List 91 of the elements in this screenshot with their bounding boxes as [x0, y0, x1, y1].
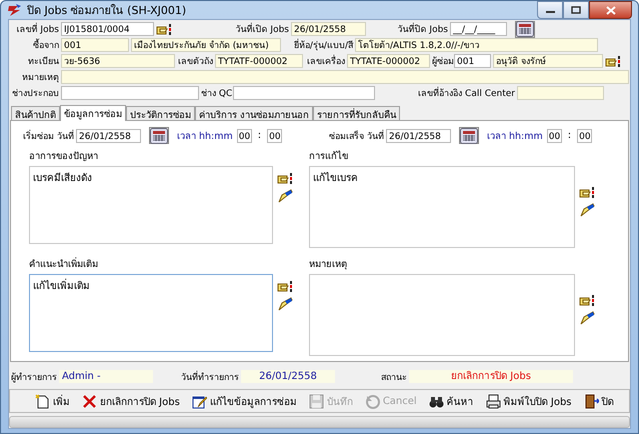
- field-label: ผู้ทำรายการ: [10, 372, 57, 384]
- field-label: เลขที่ Jobs: [9, 22, 59, 36]
- input-field[interactable]: TYTATF-000002: [215, 54, 303, 68]
- maximize-button[interactable]: [563, 1, 589, 19]
- input-field[interactable]: 00: [236, 128, 252, 142]
- lookup-icon[interactable]: [605, 54, 621, 68]
- input-field[interactable]: [61, 86, 199, 100]
- input-field[interactable]: 00: [577, 128, 592, 142]
- text-area[interactable]: เบรคมีเสียงดัง: [29, 166, 273, 244]
- field-label: ยี่ห้อ/รุ่น/แบบ/สี: [283, 38, 353, 52]
- field-label: วันที่เปิด Jobs: [174, 22, 289, 36]
- toolbar-button[interactable]: ยกเลิกการปิด Jobs: [77, 391, 185, 411]
- input-field[interactable]: 26/01/2558: [386, 128, 451, 142]
- field-label: ช่าง QC: [201, 88, 231, 100]
- input-field[interactable]: IJ015801/0004: [61, 22, 154, 36]
- tab[interactable]: รายการที่รับกลับคืน: [313, 106, 400, 120]
- toolbar-button[interactable]: เพิ่ม: [30, 391, 75, 411]
- input-field[interactable]: 26/01/2558: [76, 128, 141, 142]
- close-icon: [606, 6, 616, 14]
- input-field[interactable]: TYTATE-000002: [347, 54, 430, 68]
- toolbar-button[interactable]: ปิด: [578, 391, 619, 411]
- input-field[interactable]: [233, 86, 375, 100]
- edit-icon: [192, 394, 207, 408]
- status-field: ยกเลิกการปิด Jobs: [409, 370, 573, 383]
- tab[interactable]: ค่าบริการ งานซ่อมภายนอก: [195, 106, 314, 120]
- input-field[interactable]: 00: [267, 128, 282, 142]
- field-label: ทะเบียน: [27, 56, 59, 68]
- calendar-button[interactable]: [515, 20, 535, 38]
- lookup-icon[interactable]: [156, 22, 172, 36]
- field-label: เลขที่อ้างอิง Call Center: [377, 86, 515, 100]
- input-field[interactable]: เมืองไทยประกันภัย จำกัด (มหาชน): [131, 38, 281, 52]
- field-label: การแก้ไข: [309, 150, 349, 163]
- lookup-icon[interactable]: [277, 280, 293, 293]
- input-field[interactable]: 00: [546, 128, 562, 142]
- undo-icon: [364, 394, 380, 408]
- text-area[interactable]: แก้ไขเบรค: [309, 166, 575, 248]
- input-field[interactable]: อนุวัติ จงรักษ์: [493, 54, 603, 68]
- input-field[interactable]: [61, 70, 629, 84]
- lookup-icon[interactable]: [579, 186, 595, 199]
- toolbar-button[interactable]: ค้นหา: [424, 391, 479, 411]
- field-label: วันที่ปิด Jobs: [368, 22, 448, 36]
- pencil-icon[interactable]: [277, 188, 293, 204]
- window-title: ปิด Jobs ซ่อมภายใน (SH-XJ001): [27, 3, 188, 19]
- field-label: วันที่ทำรายการ: [180, 370, 239, 384]
- input-field[interactable]: [517, 86, 604, 100]
- input-field[interactable]: 26/01/2558: [291, 22, 366, 36]
- lookup-icon[interactable]: [277, 172, 293, 185]
- field-label: เริ่มซ่อม วันที่: [22, 128, 74, 142]
- field-label: อาการของปัญหา: [29, 150, 99, 163]
- time-label: เวลา hh:mm: [487, 130, 543, 143]
- toolbar-button[interactable]: พิมพ์ใบปิด Jobs: [480, 391, 577, 411]
- tab[interactable]: ประวัติการซ่อม: [126, 106, 195, 120]
- printer-icon: [486, 394, 501, 408]
- text-area[interactable]: แก้ไขเพิ่มเติม: [29, 274, 273, 352]
- field-label: ผู้ซ่อม: [432, 56, 452, 68]
- input-field[interactable]: วย-5636: [61, 54, 175, 68]
- field-label: คำแนะนำเพิ่มเติม: [29, 256, 99, 271]
- input-field[interactable]: 001: [61, 38, 129, 52]
- input-field[interactable]: 001: [454, 54, 491, 68]
- value-field: 26/01/2558: [241, 370, 335, 383]
- cross-icon: [82, 394, 97, 408]
- calendar-button[interactable]: [459, 127, 479, 144]
- minimize-button[interactable]: [537, 1, 563, 19]
- door-exit-icon: [584, 394, 599, 408]
- page-icon: [35, 394, 50, 408]
- time-separator: :: [258, 130, 262, 141]
- calendar-button[interactable]: [149, 127, 169, 144]
- input-field[interactable]: __/__/____: [450, 22, 507, 36]
- lookup-icon[interactable]: [579, 294, 595, 307]
- pencil-icon[interactable]: [277, 296, 293, 312]
- floppy-icon: [308, 394, 324, 408]
- field-label: เลขตัวถัง: [177, 56, 213, 68]
- field-label: สถานะ: [380, 372, 407, 384]
- tab[interactable]: ข้อมูลการซ่อม: [60, 105, 126, 121]
- pencil-icon[interactable]: [579, 310, 595, 326]
- value-field: Admin -: [59, 370, 153, 383]
- field-label: หมายเหตุ: [21, 72, 59, 84]
- close-button[interactable]: [589, 1, 632, 19]
- field-label: หมายเหตุ: [309, 258, 348, 271]
- input-field[interactable]: โตโยต้า/ALTIS 1.8,2.0//-/ขาว: [355, 38, 598, 52]
- tab[interactable]: สินค้าปกติ: [11, 106, 60, 120]
- field-label: เลขเครื่อง: [305, 54, 345, 68]
- time-label: เวลา hh:mm: [177, 130, 233, 143]
- field-label: ช่างประกอบ: [11, 88, 59, 100]
- time-separator: :: [568, 130, 572, 141]
- field-label: ซื้อจาก: [9, 38, 59, 52]
- toolbar-button[interactable]: แก้ไขข้อมูลการซ่อม: [186, 391, 302, 411]
- app-icon: [7, 3, 23, 17]
- field-label: ซ่อมเสร็จ วันที่: [329, 128, 384, 142]
- pencil-icon[interactable]: [579, 202, 595, 218]
- restore-icon: [571, 6, 581, 14]
